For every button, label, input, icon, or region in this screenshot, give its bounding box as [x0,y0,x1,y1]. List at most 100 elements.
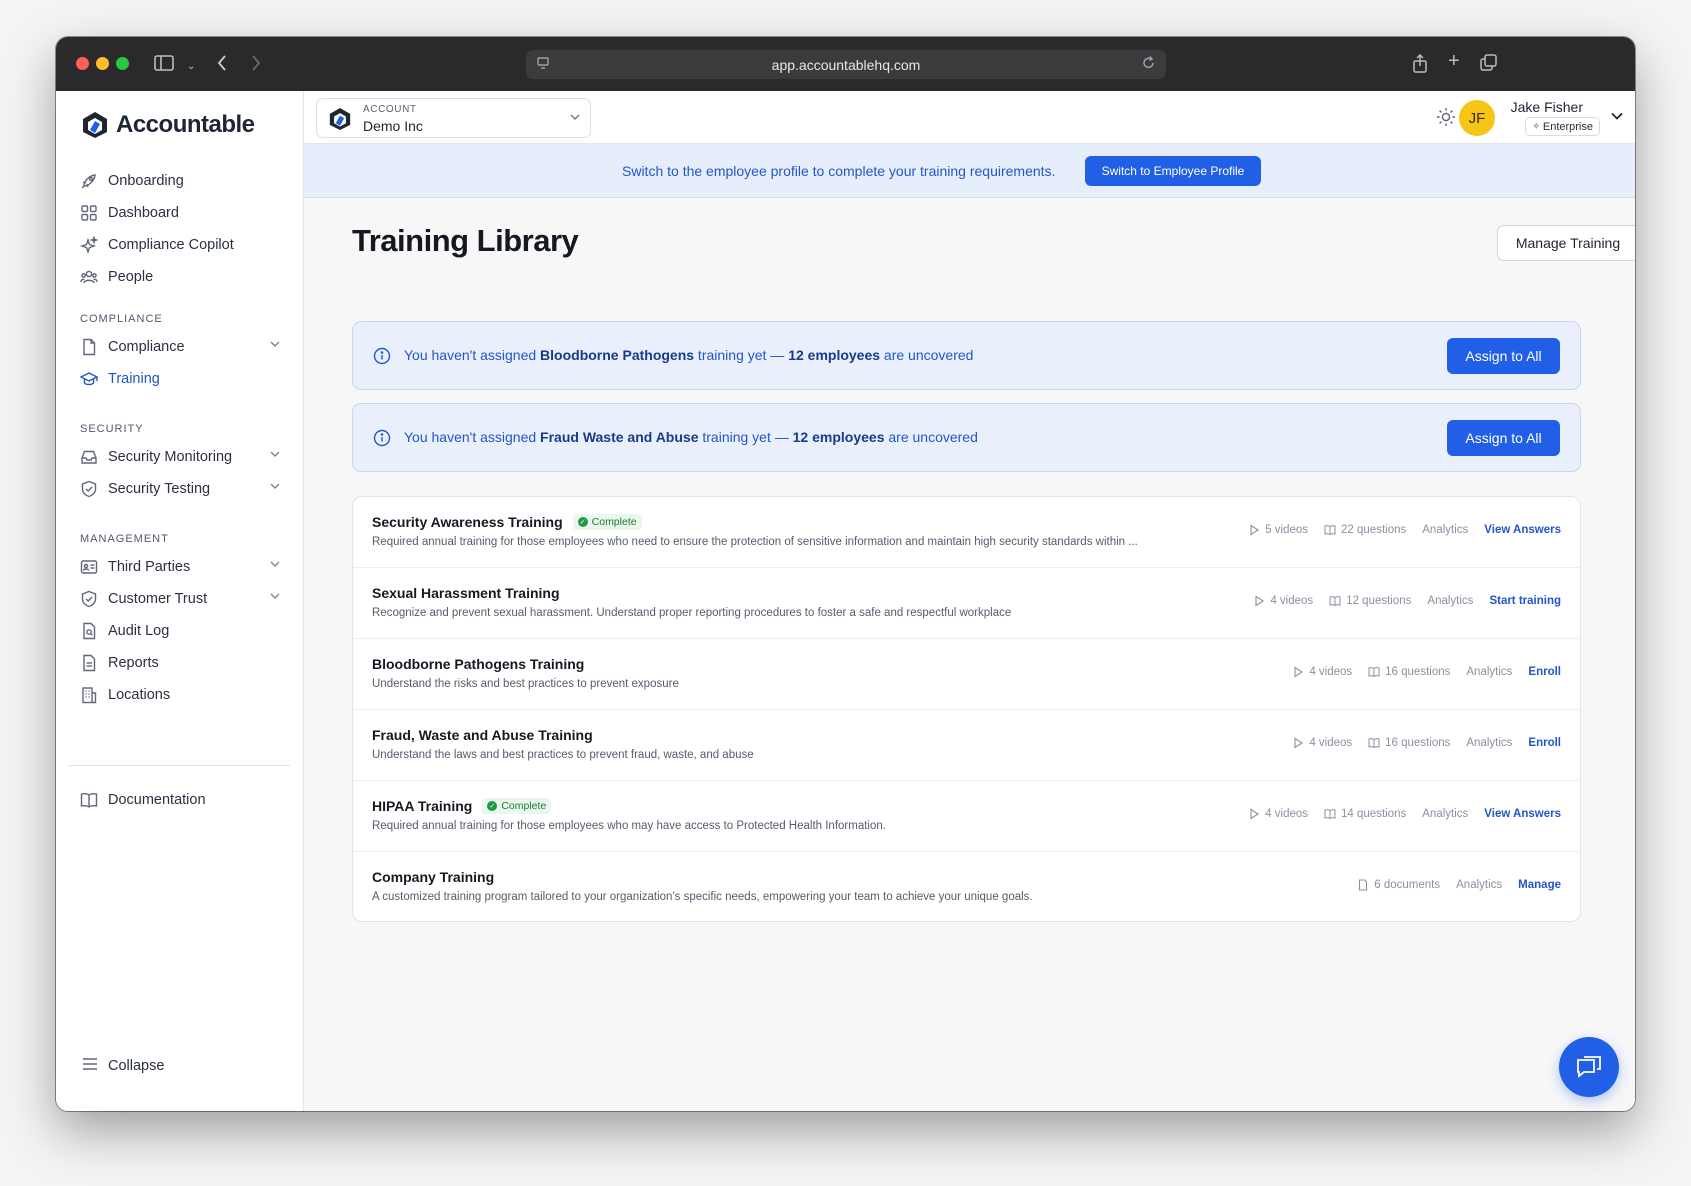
sidebar-item-reports[interactable]: Reports [80,649,280,677]
sidebar-item-dashboard[interactable]: Dashboard [80,199,280,227]
book-icon [1329,596,1341,607]
share-icon[interactable] [1412,53,1428,80]
play-icon [1294,737,1304,749]
tabs-overview-icon[interactable] [1480,54,1498,78]
start-training-link[interactable]: Start training [1489,595,1561,607]
alert-employee-count: 12 employees [788,347,881,363]
sparkle-icon: ✧ [1532,121,1540,131]
close-window-button[interactable] [76,57,89,70]
employee-profile-banner: Switch to the employee profile to comple… [304,144,1635,198]
book-icon [1324,525,1336,536]
analytics-link[interactable]: Analytics [1456,879,1502,891]
sparkle-icon [80,236,98,254]
play-icon [1294,666,1304,678]
user-name[interactable]: Jake Fisher [1511,99,1583,115]
training-title-wrap: Company Training [372,869,494,885]
enroll-link[interactable]: Enroll [1528,737,1561,749]
switch-to-employee-profile-button[interactable]: Switch to Employee Profile [1085,156,1261,186]
training-row[interactable]: Sexual Harassment Training Recognize and… [353,568,1580,639]
sidebar-item-security-monitoring[interactable]: Security Monitoring [80,443,280,471]
sidebar-item-compliance[interactable]: Compliance [80,333,280,361]
chevron-down-icon[interactable] [270,481,280,493]
building-icon [80,686,98,704]
chevron-down-icon[interactable] [270,559,280,571]
sidebar-item-locations[interactable]: Locations [80,681,280,709]
site-settings-icon[interactable] [536,55,550,74]
play-icon [1250,808,1260,820]
new-tab-icon[interactable]: + [1448,51,1460,71]
forward-icon[interactable] [250,54,262,78]
question-count: 14 questions [1324,808,1406,820]
address-bar[interactable]: app.accountablehq.com [526,50,1166,79]
sidebar-item-audit-log[interactable]: Audit Log [80,617,280,645]
plan-badge: ✧ Enterprise [1525,117,1600,136]
analytics-link[interactable]: Analytics [1466,737,1512,749]
training-title: Fraud, Waste and Abuse Training [372,727,593,743]
training-title-wrap: Security Awareness Training ✓ Complete [372,514,642,530]
view-answers-link[interactable]: View Answers [1484,808,1561,820]
sidebar-item-label: Locations [108,687,171,703]
back-icon[interactable] [216,54,228,78]
sidebar-item-training[interactable]: Training [80,365,280,393]
training-meta: 4 videos 16 questions Analytics Enroll [1292,666,1561,678]
theme-toggle-sun-icon[interactable] [1435,106,1457,128]
analytics-link[interactable]: Analytics [1422,808,1468,820]
sidebar-item-label: Training [108,371,160,387]
zoom-window-button[interactable] [116,57,129,70]
sidebar-item-onboarding[interactable]: Onboarding [80,167,280,195]
video-count: 4 videos [1292,737,1352,749]
training-title: Company Training [372,869,495,885]
chevron-down-icon[interactable] [270,339,280,351]
account-switcher[interactable]: ACCOUNT Demo Inc [316,98,591,138]
complete-badge: ✓ Complete [482,798,552,814]
training-row[interactable]: Security Awareness Training ✓ Complete Re… [353,497,1580,568]
view-answers-link[interactable]: View Answers [1484,524,1561,536]
grid-icon [80,204,98,222]
manage-training-button[interactable]: Manage Training [1497,225,1635,261]
banner-text: Switch to the employee profile to comple… [622,163,1056,179]
main-content: ACCOUNT Demo Inc JF Jake Fisher ✧ Enterp… [304,91,1635,1111]
training-title-wrap: Fraud, Waste and Abuse Training [372,727,593,743]
sidebar-toggle-icon[interactable] [154,54,174,78]
training-row[interactable]: Company Training A customized training p… [353,852,1580,921]
sidebar-item-compliance-copilot[interactable]: Compliance Copilot [80,231,280,259]
alert-text: You haven't assigned Bloodborne Pathogen… [404,347,974,363]
section-label-management: MANAGEMENT [80,533,169,545]
app-name: Accountable [116,111,255,138]
video-count: 5 videos [1248,524,1308,536]
sidebar-item-people[interactable]: People [80,263,280,291]
reload-icon[interactable] [1142,55,1156,75]
video-count: 4 videos [1292,666,1352,678]
chevron-down-icon[interactable]: ⌄ [187,57,195,77]
collapse-sidebar-button[interactable]: Collapse [82,1057,164,1075]
assign-to-all-button[interactable]: Assign to All [1447,420,1560,456]
sidebar-item-security-testing[interactable]: Security Testing [80,475,280,503]
training-title: HIPAA Training [372,798,473,814]
graduation-cap-icon [80,370,98,388]
section-label-compliance: COMPLIANCE [80,313,163,325]
sidebar-item-documentation[interactable]: Documentation [80,786,280,814]
sidebar-item-customer-trust[interactable]: Customer Trust [80,585,280,613]
avatar[interactable]: JF [1459,100,1495,136]
enroll-link[interactable]: Enroll [1528,666,1561,678]
inbox-icon [80,448,98,466]
minimize-window-button[interactable] [96,57,109,70]
assign-to-all-button[interactable]: Assign to All [1447,338,1560,374]
chevron-down-icon[interactable] [270,449,280,461]
sidebar-item-label: Security Testing [108,481,211,497]
training-description: A customized training program tailored t… [372,891,1033,903]
training-row[interactable]: Fraud, Waste and Abuse Training Understa… [353,710,1580,781]
training-row[interactable]: HIPAA Training ✓ Complete Required annual… [353,781,1580,852]
url-text: app.accountablehq.com [771,56,921,73]
chat-support-button[interactable] [1559,1037,1619,1097]
analytics-link[interactable]: Analytics [1422,524,1468,536]
analytics-link[interactable]: Analytics [1466,666,1512,678]
manage-link[interactable]: Manage [1518,879,1561,891]
sidebar-item-third-parties[interactable]: Third Parties [80,553,280,581]
training-row[interactable]: Bloodborne Pathogens Training Understand… [353,639,1580,710]
analytics-link[interactable]: Analytics [1427,595,1473,607]
chevron-down-icon[interactable] [270,591,280,603]
app-logo[interactable]: Accountable [82,111,255,139]
user-menu-chevron-icon[interactable] [1611,108,1623,123]
video-count: 4 videos [1248,808,1308,820]
